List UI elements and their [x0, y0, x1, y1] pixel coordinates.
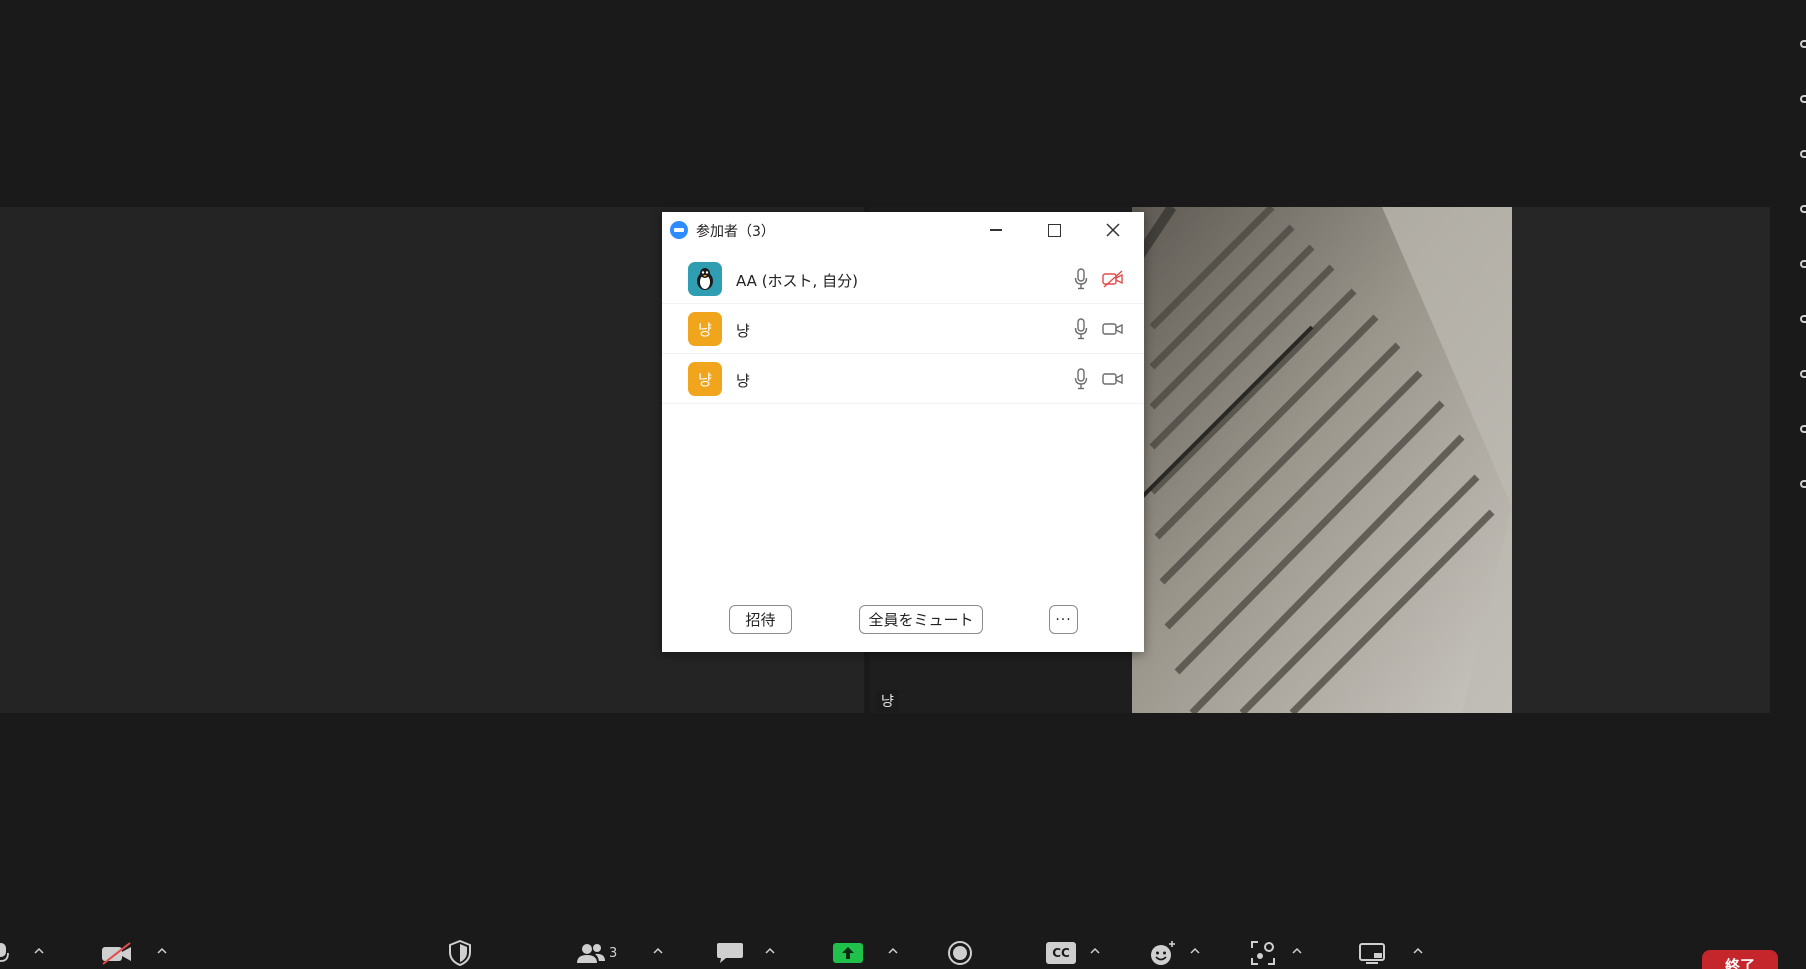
- mic-icon[interactable]: [1074, 268, 1088, 290]
- chevron-up-icon: [765, 947, 775, 954]
- chevron-up-icon: [1292, 947, 1302, 954]
- chevron-up-icon: [34, 947, 44, 954]
- penguin-icon: [697, 268, 713, 290]
- mute-all-button[interactable]: 全員をミュート: [859, 605, 983, 634]
- participant-row[interactable]: AA (ホスト, 自分): [662, 254, 1144, 304]
- record-icon: [948, 941, 972, 965]
- captions-button[interactable]: CC: [1046, 940, 1076, 966]
- edge-handles: [1800, 40, 1806, 520]
- share-screen-button[interactable]: [832, 940, 864, 966]
- apps-options-caret[interactable]: [1292, 946, 1302, 956]
- video-frame-image: [1132, 207, 1512, 713]
- video-options-caret[interactable]: [157, 946, 167, 956]
- chevron-up-icon: [1413, 947, 1423, 954]
- record-button[interactable]: [947, 940, 973, 966]
- video-off-icon[interactable]: [1102, 270, 1124, 288]
- participant-name: 냥: [736, 372, 750, 390]
- reactions-icon: [1151, 941, 1175, 965]
- chat-options-caret[interactable]: [765, 946, 775, 956]
- chevron-up-icon: [888, 947, 898, 954]
- video-icon[interactable]: [1102, 370, 1124, 388]
- participant-list: AA (ホスト, 自分) 냥 냥 냥 냥: [662, 254, 1144, 404]
- participants-button[interactable]: 3: [576, 940, 617, 966]
- reactions-options-caret[interactable]: [1190, 946, 1200, 956]
- participant-row[interactable]: 냥 냥: [662, 354, 1144, 404]
- participants-window: 参加者（3） AA (ホスト, 自分) 냥 냥 냥 냥 招待 全員をミュート ·…: [662, 212, 1144, 652]
- chevron-up-icon: [653, 947, 663, 954]
- mic-icon[interactable]: [1074, 318, 1088, 340]
- view-options-caret[interactable]: [1413, 946, 1423, 956]
- participants-icon: [577, 944, 605, 963]
- minimize-button[interactable]: [983, 218, 1009, 242]
- mic-icon[interactable]: [1074, 368, 1088, 390]
- more-options-button[interactable]: ···: [1049, 605, 1078, 634]
- mute-options-caret[interactable]: [34, 946, 44, 956]
- participants-window-title: 参加者（3）: [696, 224, 775, 240]
- security-button[interactable]: [448, 940, 472, 966]
- tile-participant-name: 냥: [876, 690, 899, 712]
- mic-icon: [0, 943, 9, 962]
- cc-icon: CC: [1046, 942, 1076, 964]
- zoom-logo-icon: [670, 221, 688, 239]
- captions-options-caret[interactable]: [1090, 946, 1100, 956]
- participants-options-caret[interactable]: [653, 946, 663, 956]
- security-shield-icon: [449, 940, 471, 966]
- maximize-button[interactable]: [1041, 218, 1067, 242]
- invite-button[interactable]: 招待: [729, 605, 792, 634]
- meeting-stage: 냥 参加者（3） AA (ホスト, 自分) 냥 냥 냥 냥 招待 全員をミュート…: [0, 0, 1806, 969]
- view-icon: [1359, 943, 1385, 964]
- apps-button[interactable]: [1250, 940, 1276, 966]
- chat-button[interactable]: [716, 940, 744, 966]
- share-options-caret[interactable]: [888, 946, 898, 956]
- chevron-up-icon: [1190, 947, 1200, 954]
- close-button[interactable]: [1100, 218, 1126, 242]
- participants-count: 3: [609, 945, 618, 961]
- gallery-filler: [1512, 207, 1770, 713]
- share-screen-icon: [833, 943, 863, 963]
- avatar: 냥: [688, 312, 722, 346]
- avatar: [688, 262, 722, 296]
- participant-name: 냥: [736, 322, 750, 340]
- start-video-button[interactable]: [100, 940, 134, 966]
- chat-icon: [717, 943, 743, 963]
- video-off-icon: [102, 942, 131, 965]
- participant-video-feed[interactable]: [1132, 207, 1512, 713]
- apps-icon: [1251, 941, 1275, 965]
- chevron-up-icon: [157, 947, 167, 954]
- meeting-toolbar: 3 CC: [0, 936, 1806, 969]
- reactions-button[interactable]: [1149, 940, 1177, 966]
- avatar: 냥: [688, 362, 722, 396]
- close-icon: [1106, 223, 1120, 237]
- view-button[interactable]: [1358, 940, 1386, 966]
- participant-row[interactable]: 냥 냥: [662, 304, 1144, 354]
- chevron-up-icon: [1090, 947, 1100, 954]
- end-meeting-button[interactable]: 終了: [1702, 950, 1778, 969]
- video-icon[interactable]: [1102, 320, 1124, 338]
- mute-button[interactable]: [0, 940, 10, 966]
- participants-window-titlebar[interactable]: 参加者（3）: [662, 212, 1144, 248]
- participant-name: AA (ホスト, 自分): [736, 272, 858, 290]
